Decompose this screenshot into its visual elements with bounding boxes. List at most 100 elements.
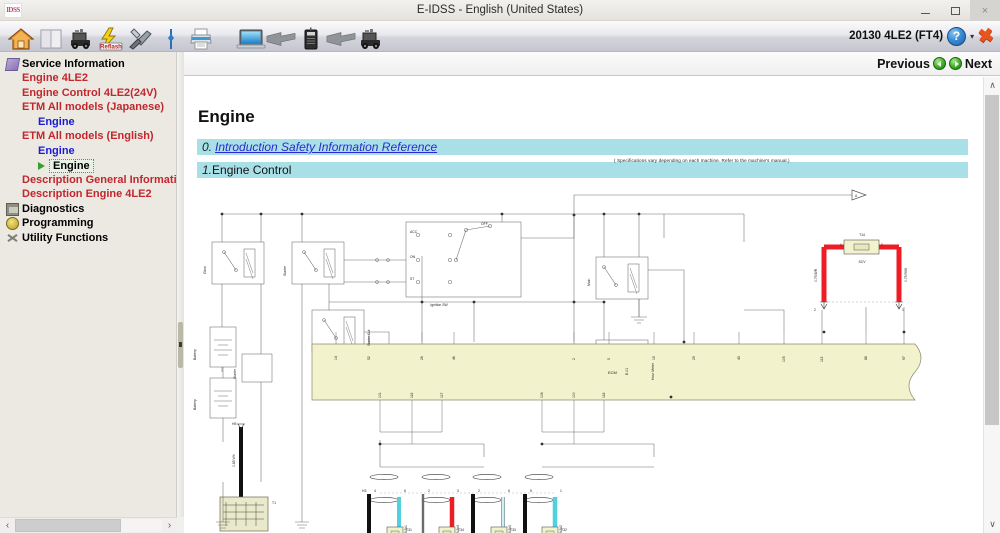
sidebar-item-engine-control-4le2-24v[interactable]: Engine Control 4LE2(24V) <box>6 86 176 101</box>
sidebar-horizontal-scrollbar[interactable]: ‹ › <box>0 517 177 533</box>
main-relay-label: Main <box>587 279 591 286</box>
ecm-pin: 2 <box>572 358 576 360</box>
previous-label[interactable]: Previous <box>877 57 930 71</box>
sidebar-item-diagnostics[interactable]: Diagnostics <box>6 202 176 217</box>
chevron-down-icon[interactable]: ▾ <box>970 32 974 41</box>
sidebar-item-description-general-information[interactable]: Description General Informati <box>6 173 177 188</box>
sidebar-item-label: Description General Informati <box>22 173 177 186</box>
svg-text:Reflash: Reflash <box>100 44 122 50</box>
book-icon[interactable] <box>36 22 66 51</box>
glow-terminal-h5: H5 <box>232 422 236 426</box>
minimize-button[interactable] <box>910 0 940 21</box>
next-label[interactable]: Next <box>965 57 992 71</box>
toc-item-1[interactable]: 1. Engine Control <box>197 162 968 178</box>
scv-pin-1: 1 <box>840 243 842 247</box>
page-title: Engine <box>198 107 255 126</box>
ignition-off-label: OFF <box>481 222 488 226</box>
previous-button-icon[interactable] <box>932 57 946 70</box>
scv-term-right: 1 <box>902 308 904 312</box>
ecm-pin: 106 <box>540 392 544 398</box>
programming-icon <box>6 217 19 231</box>
scroll-thumb[interactable] <box>15 519 121 532</box>
document-navigation-bar: Previous Next <box>184 52 1000 76</box>
navigation-tree: Service Information Engine 4LE2 Engine C… <box>0 52 177 246</box>
sidebar-item-label: ETM All models (Japanese) <box>22 101 165 114</box>
inj1-pin-6: 6 <box>404 489 406 493</box>
reflash-icon[interactable]: Reflash <box>96 22 126 51</box>
close-window-button[interactable]: × <box>970 0 1000 21</box>
connector-icon[interactable] <box>156 22 186 51</box>
scroll-thumb[interactable] <box>985 95 999 425</box>
document-vertical-scrollbar[interactable]: ∧ ∨ <box>983 77 1000 533</box>
toc-link[interactable]: Introduction Safety Information Referenc… <box>215 140 437 154</box>
laptop-icon[interactable] <box>236 22 266 51</box>
model-label: 20130 4LE2 (FT4) <box>849 30 944 42</box>
home-icon[interactable] <box>6 22 36 51</box>
inj1-pin-4: 4 <box>374 489 376 493</box>
body-area: Service Information Engine 4LE2 Engine C… <box>0 52 1000 533</box>
scv-connector-id: T14 <box>859 233 865 237</box>
sidebar-item-label: Engine 4LE2 <box>22 72 89 85</box>
window-controls: × <box>910 0 1000 21</box>
scroll-track[interactable] <box>15 519 162 532</box>
maximize-button[interactable] <box>940 0 970 21</box>
engine-2-icon[interactable] <box>356 22 386 51</box>
sidebar-item-etm-japanese[interactable]: ETM All models (Japanese) <box>6 101 176 116</box>
content-pane: Previous Next Engine 0. Introduction Saf… <box>184 52 1000 533</box>
inj2-pin-1: 1 <box>560 489 562 493</box>
pane-splitter[interactable] <box>177 52 184 517</box>
sidebar-item-engine-4le2[interactable]: Engine 4LE2 <box>6 72 176 87</box>
inj-terminal-h3: H3 <box>362 489 366 493</box>
utility-icon <box>6 232 19 245</box>
sidebar-item-service-information[interactable]: Service Information <box>4 57 176 72</box>
toc-item-0[interactable]: 0. Introduction Safety Information Refer… <box>197 139 968 155</box>
starter-label: Starter <box>233 368 237 379</box>
next-button-icon[interactable] <box>948 57 962 70</box>
link-right-icon[interactable] <box>326 22 356 51</box>
sidebar-item-etm-english[interactable]: ETM All models (English) <box>6 130 176 145</box>
ecm-pin: 88 <box>864 356 868 360</box>
ecm-pin: 118 <box>602 392 606 398</box>
ignition-st-label: ST <box>410 277 414 281</box>
inj4-pin-2: 2 <box>428 489 430 493</box>
scroll-down-arrow-icon[interactable]: ∨ <box>984 516 1000 533</box>
scv-wire-right: 0.75 R/W <box>904 267 908 282</box>
glow-wire-label: 0.85 Wh <box>232 454 236 467</box>
toc-number: 1. <box>202 163 213 177</box>
splitter-grip[interactable] <box>178 322 183 368</box>
printer-icon[interactable] <box>186 22 216 51</box>
sidebar-item-description-engine-4le2[interactable]: Description Engine 4LE2 <box>6 188 176 203</box>
application-window: IDSS E-IDSS - English (United States) × <box>0 0 1000 533</box>
ecm-pin: 97 <box>902 356 906 360</box>
sidebar-item-utility-functions[interactable]: Utility Functions <box>6 231 176 246</box>
book-icon <box>4 57 21 71</box>
sidebar-item-label: Service Information <box>22 57 125 70</box>
scroll-right-arrow-icon[interactable]: › <box>162 518 177 533</box>
device-icon[interactable] <box>296 22 326 51</box>
scroll-up-arrow-icon[interactable]: ∧ <box>984 77 1000 94</box>
diagnostics-icon <box>6 202 19 216</box>
battery-1-label: Battery <box>193 349 197 360</box>
wiring-diagram-svg: A ACC ON ST OFF Ignition SW Battery Batt… <box>193 189 922 533</box>
scroll-left-arrow-icon[interactable]: ‹ <box>0 518 15 533</box>
help-icon[interactable]: ? <box>947 26 967 46</box>
title-bar: IDSS E-IDSS - English (United States) × <box>0 0 1000 21</box>
engine-icon[interactable] <box>66 22 96 51</box>
sidebar-item-engine-english[interactable]: Engine <box>6 144 176 159</box>
play-icon <box>38 161 45 170</box>
exit-application-button[interactable]: ✖ <box>977 24 996 47</box>
sidebar-item-engine-japanese[interactable]: Engine <box>6 115 176 130</box>
link-left-icon[interactable] <box>266 22 296 51</box>
sidebar-item-programming[interactable]: Programming <box>6 217 176 232</box>
inj2-connector-id: T32 <box>561 528 567 532</box>
inj4-connector-id: T34 <box>458 528 464 532</box>
ecm-pin: 101 <box>378 392 382 398</box>
ecm-pin: 46 <box>452 356 456 360</box>
inj3-pin-2: 2 <box>478 489 480 493</box>
tools-icon[interactable] <box>126 22 156 51</box>
document-viewer: Engine 0. Introduction Safety Informatio… <box>184 77 983 533</box>
sidebar-item-engine-selected[interactable]: Engine <box>6 158 176 174</box>
scv-wire-left: 0.75 B/R <box>814 268 818 282</box>
ecm-pin: 14 <box>334 356 338 360</box>
wiring-diagram: ( Specifications vary depending on each … <box>184 158 983 533</box>
